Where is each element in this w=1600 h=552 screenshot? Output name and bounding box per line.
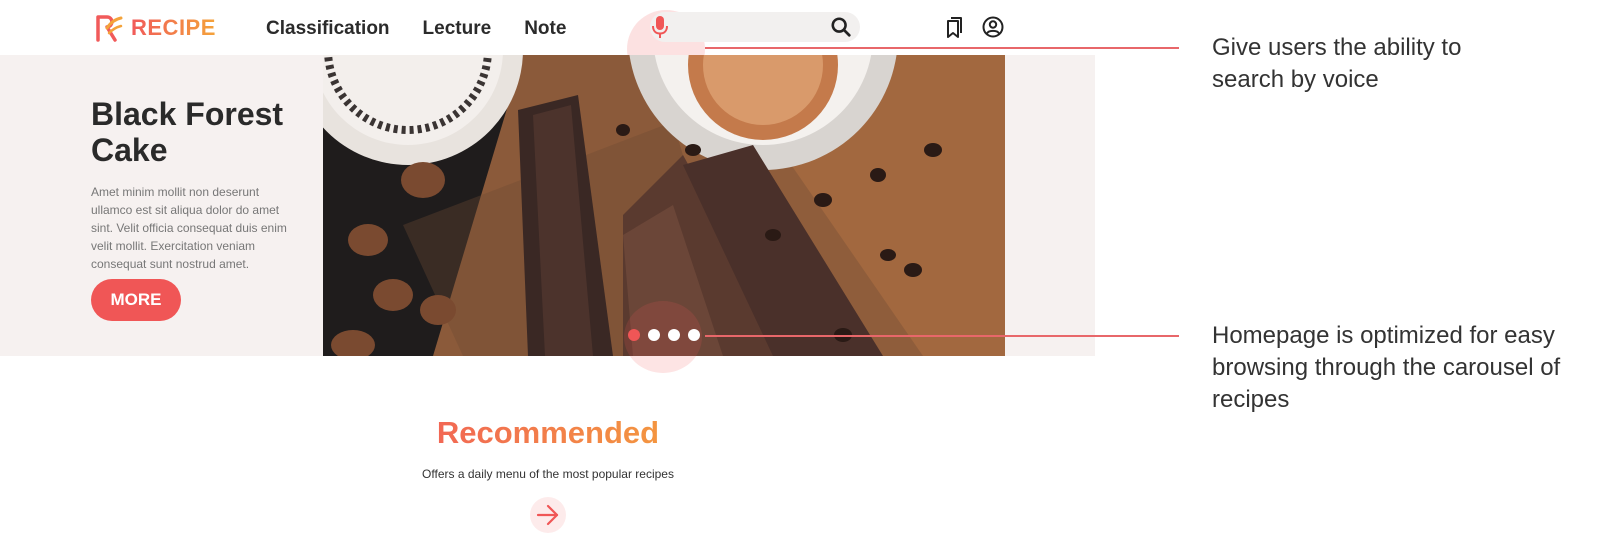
logo[interactable]: RECIPE <box>93 14 216 42</box>
logo-text: RECIPE <box>131 15 216 40</box>
nav-item-lecture[interactable]: Lecture <box>423 18 492 40</box>
hero-title: Black Forest Cake <box>91 96 284 168</box>
carousel-indicator <box>628 329 700 341</box>
recommended-subtitle: Offers a daily menu of the most popular … <box>422 467 674 481</box>
nav-item-note[interactable]: Note <box>524 18 566 40</box>
carousel-dot-1[interactable] <box>628 329 640 341</box>
carousel-dot-3[interactable] <box>668 329 680 341</box>
search-bar[interactable] <box>650 12 860 42</box>
arrow-right-icon <box>536 504 559 526</box>
user-icon[interactable] <box>982 16 1004 38</box>
main-nav: Classification Lecture Note <box>266 18 566 40</box>
nav-item-classification[interactable]: Classification <box>266 18 390 40</box>
hero-description: Amet minim mollit non deserunt ullamco e… <box>91 185 287 271</box>
carousel-dot-2[interactable] <box>648 329 660 341</box>
bookmark-icon[interactable] <box>944 16 964 38</box>
carousel-callout-line <box>705 335 1179 337</box>
carousel-dot-4[interactable] <box>688 329 700 341</box>
logo-mark-icon <box>96 15 123 42</box>
voice-callout-line <box>705 47 1179 49</box>
recommended-arrow-button[interactable] <box>530 497 566 533</box>
voice-search-callout: Give users the ability to search by voic… <box>1212 34 1462 93</box>
search-icon[interactable] <box>830 16 852 38</box>
carousel-callout: Homepage is optimized for easy browsing … <box>1212 322 1561 413</box>
microphone-icon[interactable] <box>651 15 669 39</box>
recommended-title: Recommended <box>370 415 726 451</box>
more-button[interactable]: MORE <box>91 279 181 321</box>
